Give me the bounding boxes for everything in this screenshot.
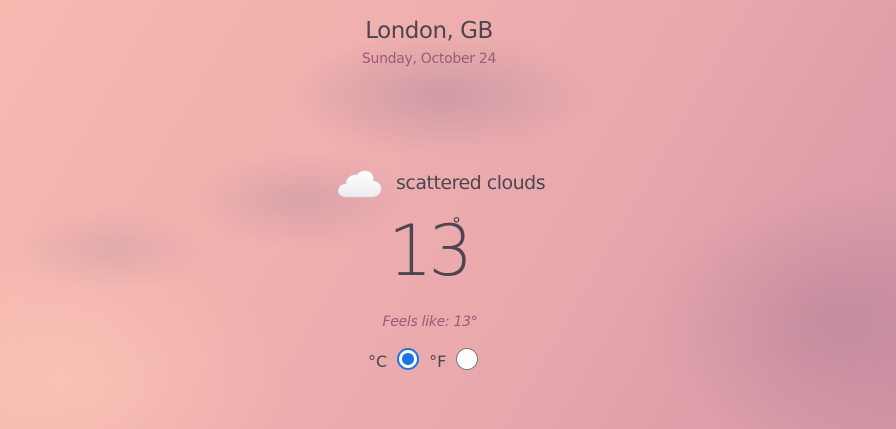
temperature-degree: ° — [452, 214, 461, 235]
weather-condition: scattered clouds — [336, 166, 546, 200]
fahrenheit-radio[interactable] — [456, 347, 479, 370]
condition-text: scattered clouds — [396, 172, 546, 194]
cloud-icon — [337, 170, 382, 198]
unit-toggle: °C °F — [368, 346, 486, 371]
date-label: Sunday, October 24 — [361, 51, 497, 67]
location-title: London, GB — [365, 18, 493, 44]
fahrenheit-label: °F — [429, 352, 447, 371]
celsius-label: °C — [368, 352, 388, 371]
feels-like-label: Feels like: 13° — [382, 314, 478, 330]
celsius-radio[interactable] — [397, 347, 420, 370]
